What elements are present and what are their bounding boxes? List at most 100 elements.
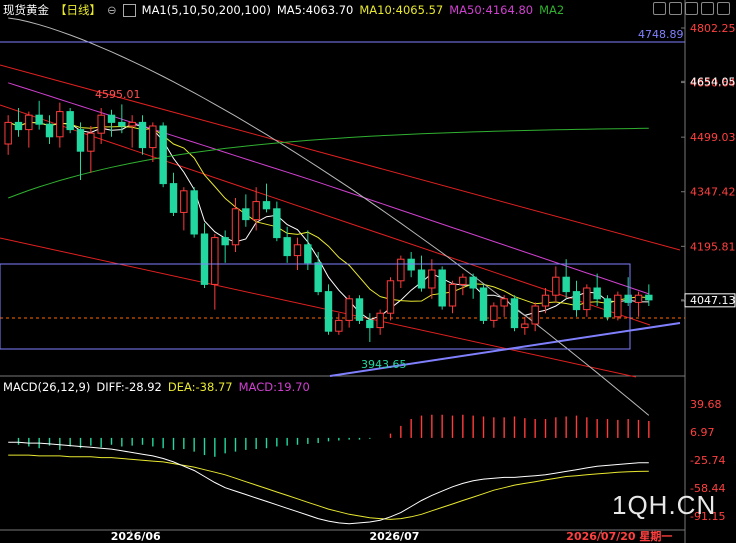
ma-params: MA1(5,10,50,200,100) [141,3,271,17]
candle-body [242,208,250,221]
candle-body [614,294,622,318]
high-annotation: 4595.01 [95,88,141,101]
restore-icon[interactable] [669,2,682,15]
candle-body [645,294,653,301]
candle-body [138,121,147,149]
candle-body [335,319,343,332]
candle-body [25,114,33,131]
macd-value: MACD:19.70 [238,380,310,394]
diff-value: DIFF:-28.92 [96,380,162,394]
candle-body [304,244,312,264]
candle-body [521,323,529,329]
chart-header: 现货黄金 【日线】 ⊖ MA1(5,10,50,200,100) MA5:406… [3,2,564,18]
price-chart: 4802.254650.644654.054499.034347.424195.… [0,0,736,543]
candle-body [417,269,426,289]
candle-body [572,291,581,311]
candle-body [107,114,116,123]
macd-header: MACD(26,12,9) DIFF:-28.92 DEA:-38.77 MAC… [3,380,310,394]
candle-body [180,190,188,213]
candle-body [500,298,508,307]
candle-body [510,298,519,329]
candle-body [190,190,198,235]
macd-tick-label: -25.74 [690,454,725,467]
candle-body [376,312,384,329]
candle-body [169,183,178,213]
time-tick-label: 2026/07 [369,530,419,543]
minimize-icon[interactable] [653,2,666,15]
ma50-value: MA50:4164.80 [449,3,534,17]
price-tick-label: 4802.25 [690,22,736,35]
candle-body [490,305,498,321]
candle-body [314,262,322,293]
macd-tick-label: 39.68 [690,398,722,411]
low-annotation: 3943.65 [361,358,407,371]
macd-params: MACD(26,12,9) [3,380,91,394]
candle-body [355,298,364,321]
price-tick-label: 4654.05 [690,75,736,88]
settings-icon[interactable]: ⊖ [107,3,117,17]
candle-body [397,258,405,282]
close-icon[interactable] [717,2,730,15]
candle-body [283,237,291,257]
candle-body [200,233,209,285]
candle-body [562,276,570,293]
candle-body [583,287,591,311]
candle-body [87,132,95,152]
candle-body [118,121,126,127]
ma2-line [8,127,649,199]
candle-body [66,111,74,131]
candle-body [231,208,240,246]
candle-body [221,237,229,246]
candle-body [159,125,167,185]
dea-line [8,454,649,520]
candle-body [293,244,302,257]
ma50-line [8,82,649,295]
candle-body [603,298,612,318]
panel-icon[interactable] [701,2,714,15]
period-label[interactable]: 【日线】 [55,2,101,18]
candle-body [407,258,415,271]
candle-body [56,111,64,138]
candle-body [211,237,219,285]
candle-body [149,125,157,149]
candle-body [45,123,54,138]
price-tick-label: 4347.42 [690,186,736,199]
candle-body [35,114,43,125]
price-tick-label: 4499.03 [690,131,736,144]
candle-body [541,294,550,307]
price-tick-label: 4195.81 [690,240,736,253]
candle-body [593,287,601,300]
ma10-value: MA10:4065.57 [359,3,444,17]
candle-body [14,121,23,131]
watermark: 1QH.CN [612,490,717,520]
ma2-value: MA2 [539,3,565,17]
candle-body [469,276,477,289]
price-tick-label: 4047.13 [690,294,736,307]
time-tick-label: 2026/07/20 星期一 [566,529,672,543]
candle-body [345,298,353,321]
candle-body [531,305,539,325]
dea-value: DEA:-38.77 [167,380,233,394]
macd-panel [8,414,650,525]
instrument-label: 现货黄金 [3,3,49,17]
candle-body [128,121,136,127]
candle-body [459,276,467,285]
candle-body [324,291,333,332]
candle-body [428,269,436,289]
candle-body [76,129,85,152]
window-icon[interactable] [685,2,698,15]
candle-body [262,201,271,210]
chart-root: 4802.25 4650.64 4654.05 4499.03 4347.42 4195.… [0,0,736,543]
candle-body [97,114,105,134]
candle-body [448,283,457,307]
ma5-value: MA5:4063.70 [276,3,354,17]
time-tick-label: 2026/06 [111,530,161,543]
toolbar [653,2,730,15]
candle-body [552,276,560,296]
candle-body [366,319,374,329]
candle-body [438,269,446,307]
chart-type-icon[interactable] [122,3,136,17]
diff-line [8,441,649,525]
macd-tick-label: 6.97 [690,426,715,439]
candle-body [479,287,488,321]
